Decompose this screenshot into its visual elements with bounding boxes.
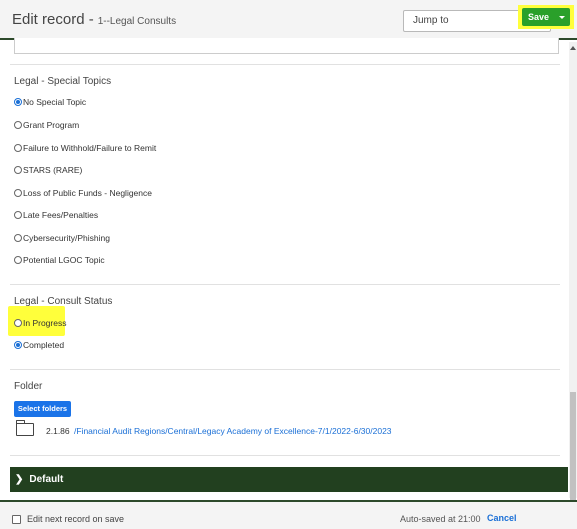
radio-label: STARS (RARE) (23, 165, 83, 175)
radio-icon[interactable] (14, 319, 22, 327)
folder-path-link[interactable]: /Financial Audit Regions/Central/Legacy … (74, 426, 392, 436)
default-section-toggle[interactable]: ❯ Default (10, 467, 568, 492)
edit-next-checkbox[interactable] (12, 515, 21, 524)
save-dropdown-caret-icon[interactable] (559, 16, 565, 19)
edit-next-label[interactable]: Edit next record on save (27, 514, 124, 524)
radio-completed[interactable]: Completed (14, 340, 64, 350)
folder-label: Folder (14, 381, 43, 392)
radio-icon[interactable] (14, 234, 22, 242)
folder-item-id: 2.1.86 (46, 426, 70, 436)
divider (10, 64, 560, 65)
radio-checked-icon[interactable] (14, 341, 22, 349)
radio-grant-program[interactable]: Grant Program (14, 120, 79, 130)
scrollbar-thumb[interactable] (570, 392, 576, 502)
page-title: Edit record -1--Legal Consults (12, 11, 176, 28)
autosave-status: Auto-saved at 21:00 (400, 514, 481, 524)
radio-loss-of-public-funds[interactable]: Loss of Public Funds - Negligence (14, 188, 152, 198)
radio-icon[interactable] (14, 256, 22, 264)
radio-stars-rare[interactable]: STARS (RARE) (14, 165, 82, 175)
radio-label: Grant Program (23, 120, 80, 130)
radio-label: Loss of Public Funds - Negligence (23, 188, 152, 198)
special-topics-label: Legal - Special Topics (14, 76, 112, 87)
radio-cybersecurity[interactable]: Cybersecurity/Phishing (14, 233, 110, 243)
scroll-up-icon[interactable] (570, 46, 576, 50)
radio-label: Late Fees/Penalties (23, 210, 99, 220)
divider (10, 455, 560, 456)
radio-label: Cybersecurity/Phishing (23, 233, 110, 243)
scrollbar[interactable] (569, 42, 577, 502)
chevron-right-icon: ❯ (15, 474, 24, 485)
radio-icon[interactable] (14, 166, 22, 174)
radio-no-special-topic[interactable]: No Special Topic (14, 97, 86, 107)
radio-checked-icon[interactable] (14, 98, 22, 106)
radio-label: In Progress (23, 318, 67, 328)
divider (10, 369, 560, 370)
notes-textarea[interactable] (14, 38, 559, 54)
radio-icon[interactable] (14, 121, 22, 129)
page-title-text: Edit record - (12, 11, 94, 28)
radio-label: Completed (23, 340, 65, 350)
select-folders-button[interactable]: Select folders (14, 401, 71, 417)
folder-icon (16, 420, 34, 436)
cancel-button[interactable]: Cancel (487, 513, 517, 523)
divider (10, 284, 560, 285)
radio-label: Potential LGOC Topic (23, 255, 105, 265)
radio-icon[interactable] (14, 144, 22, 152)
radio-icon[interactable] (14, 211, 22, 219)
radio-in-progress[interactable]: In Progress (14, 318, 66, 328)
footer-bar: Edit next record on save Auto-saved at 2… (0, 500, 577, 529)
jump-to-label: Jump to (413, 15, 449, 26)
default-section-label: Default (29, 474, 64, 485)
radio-failure-to-withhold[interactable]: Failure to Withhold/Failure to Remit (14, 143, 156, 153)
edit-record-header: Edit record -1--Legal Consults Jump to ✕ (0, 0, 577, 40)
radio-icon[interactable] (14, 189, 22, 197)
radio-late-fees[interactable]: Late Fees/Penalties (14, 210, 98, 220)
radio-label: Failure to Withhold/Failure to Remit (23, 143, 157, 153)
radio-label: No Special Topic (23, 97, 87, 107)
radio-potential-lgoc[interactable]: Potential LGOC Topic (14, 255, 105, 265)
page-subtitle: 1--Legal Consults (97, 16, 177, 27)
